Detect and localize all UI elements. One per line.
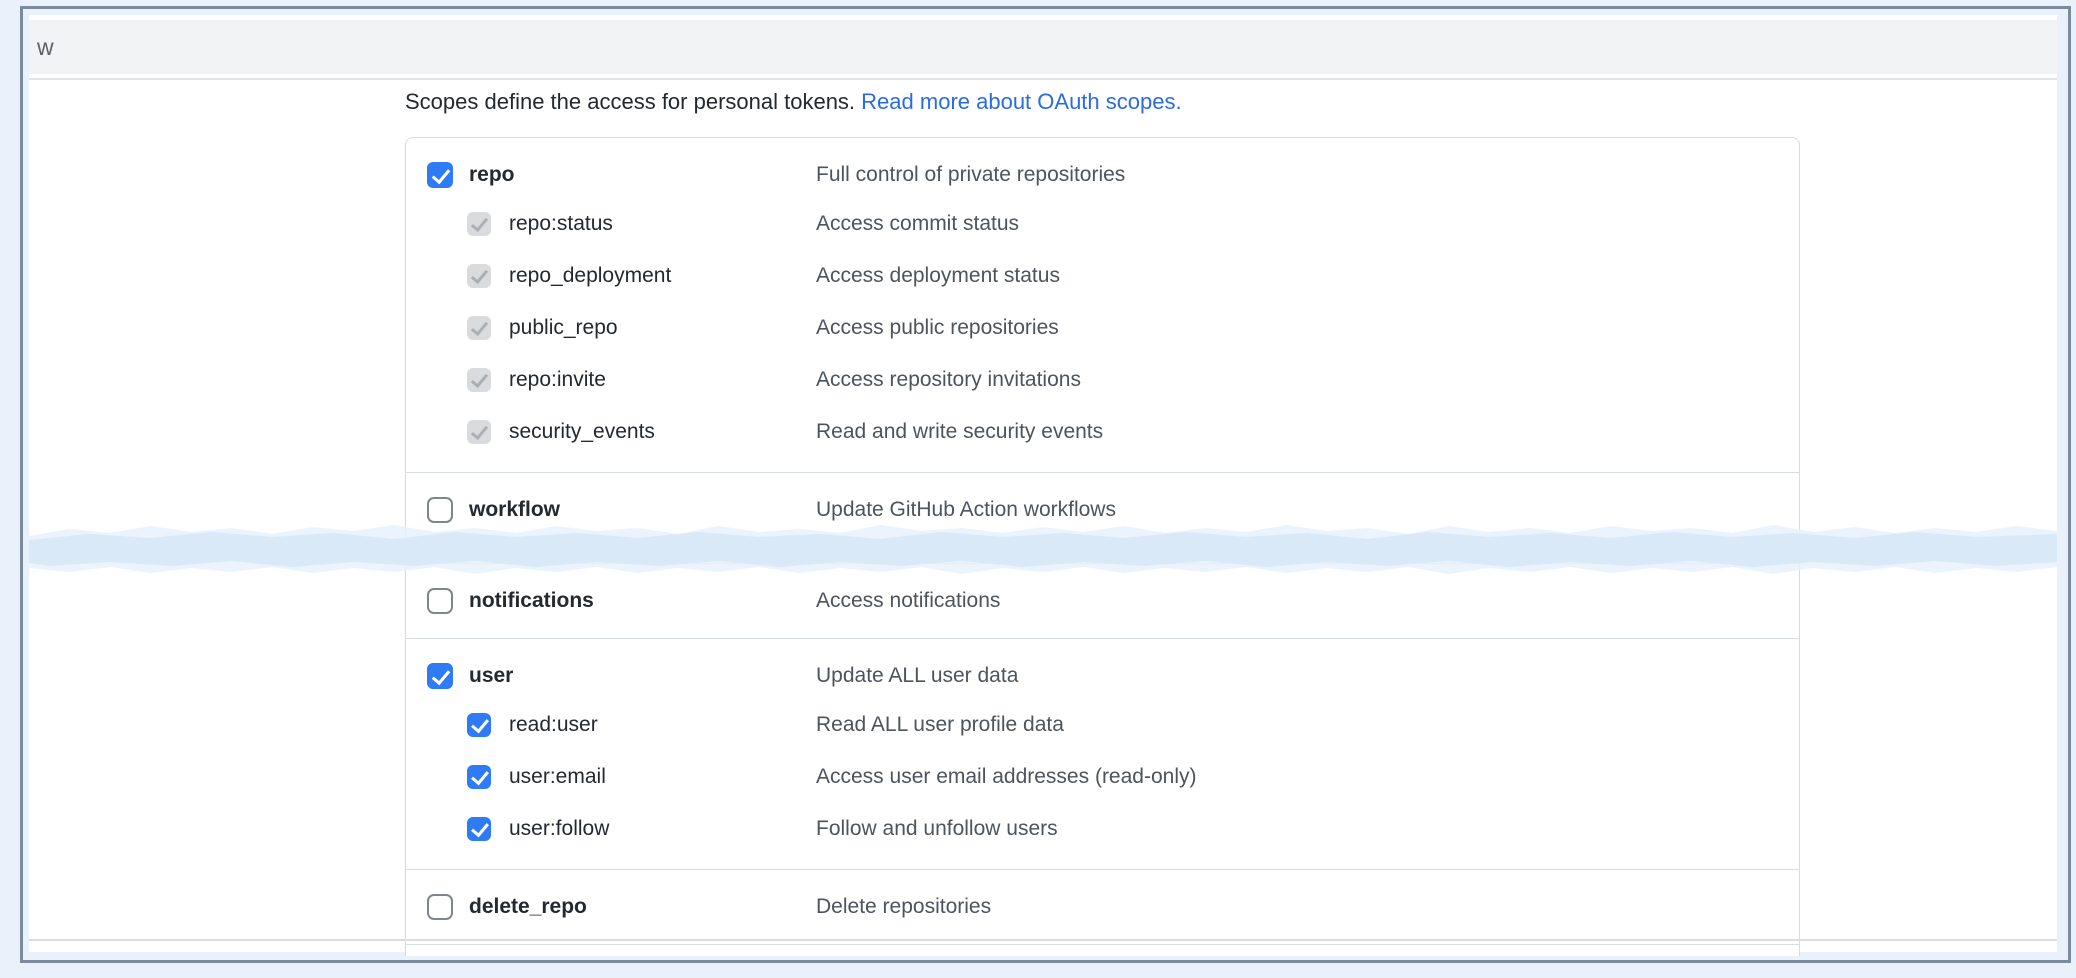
scope-label: notifications <box>469 589 594 613</box>
scope-label: user:email <box>509 765 606 789</box>
tab-bar[interactable]: w <box>29 20 2057 74</box>
scope-description: Access user email addresses (read-only) <box>816 765 1196 789</box>
scope-description: Follow and unfollow users <box>816 817 1058 841</box>
scope-row-repo: repo Full control of private repositorie… <box>406 152 1799 198</box>
scope-label: user <box>469 664 513 688</box>
checkbox-repo-deployment <box>467 264 491 288</box>
scope-label: workflow <box>469 498 560 522</box>
scope-row-user-follow: user:follow Follow and unfollow users <box>406 803 1799 855</box>
scope-row-repo-invite: repo:invite Access repository invitation… <box>406 354 1799 406</box>
scope-row-security-events: security_events Read and write security … <box>406 406 1799 458</box>
scope-description: Read and write security events <box>816 420 1103 444</box>
checkbox-delete-repo[interactable] <box>427 894 453 920</box>
scope-description: Access deployment status <box>816 264 1060 288</box>
scope-row-notifications: notifications Access notifications <box>406 578 1799 624</box>
checkbox-security-events <box>467 420 491 444</box>
scope-description: Access public repositories <box>816 316 1059 340</box>
scope-group-user: user Update ALL user data read:user Read… <box>406 638 1799 869</box>
tab-label: w <box>37 34 54 61</box>
checkbox-workflow[interactable] <box>427 497 453 523</box>
scope-label: delete_repo <box>469 895 587 919</box>
scope-group-workflow: workflow Update GitHub Action workflows <box>406 472 1799 563</box>
scope-row-public-repo: public_repo Access public repositories <box>406 302 1799 354</box>
scope-label: repo_deployment <box>509 264 671 288</box>
scope-row-user: user Update ALL user data <box>406 653 1799 699</box>
toolbar-divider <box>29 78 2057 80</box>
scope-description: Read ALL user profile data <box>816 713 1064 737</box>
scope-description: Access notifications <box>816 589 1000 613</box>
checkbox-repo[interactable] <box>427 162 453 188</box>
scope-label: user:follow <box>509 817 609 841</box>
scope-label: read:user <box>509 713 598 737</box>
scope-label: public_repo <box>509 316 618 340</box>
checkbox-repo-invite <box>467 368 491 392</box>
panel-bottom-divider <box>29 939 2057 941</box>
scope-label: repo:status <box>509 212 613 236</box>
scope-description: Update GitHub Action workflows <box>816 498 1116 522</box>
oauth-scopes-link[interactable]: Read more about OAuth scopes. <box>861 89 1181 114</box>
scope-description: Access commit status <box>816 212 1019 236</box>
scope-row-user-email: user:email Access user email addresses (… <box>406 751 1799 803</box>
scope-group-cutoff <box>406 944 1799 956</box>
scope-description: Full control of private repositories <box>816 163 1125 187</box>
checkbox-public-repo <box>467 316 491 340</box>
scope-label: repo <box>469 163 515 187</box>
browser-window: w Scopes define the access for personal … <box>20 6 2071 963</box>
scopes-intro-text: Scopes define the access for personal to… <box>405 89 855 114</box>
checkbox-notifications[interactable] <box>427 588 453 614</box>
scope-description: Delete repositories <box>816 895 991 919</box>
checkbox-user-follow[interactable] <box>467 817 491 841</box>
checkbox-user[interactable] <box>427 663 453 689</box>
checkbox-read-user[interactable] <box>467 713 491 737</box>
page-panel: w Scopes define the access for personal … <box>29 15 2057 952</box>
scope-row-delete-repo: delete_repo Delete repositories <box>406 884 1799 930</box>
scopes-intro: Scopes define the access for personal to… <box>405 88 2057 116</box>
scope-group-notifications: notifications Access notifications <box>406 563 1799 638</box>
checkbox-repo-status <box>467 212 491 236</box>
scope-description: Update ALL user data <box>816 664 1018 688</box>
scope-row-repo-status: repo:status Access commit status <box>406 198 1799 250</box>
scope-group-repo: repo Full control of private repositorie… <box>406 138 1799 472</box>
scope-row-read-user: read:user Read ALL user profile data <box>406 699 1799 751</box>
checkbox-user-email[interactable] <box>467 765 491 789</box>
scope-label: repo:invite <box>509 368 606 392</box>
scope-list: repo Full control of private repositorie… <box>405 137 1800 956</box>
scope-row-workflow: workflow Update GitHub Action workflows <box>406 487 1799 533</box>
scope-row-repo-deployment: repo_deployment Access deployment status <box>406 250 1799 302</box>
scopes-section: Scopes define the access for personal to… <box>29 88 2057 956</box>
scope-description: Access repository invitations <box>816 368 1081 392</box>
scope-label: security_events <box>509 420 655 444</box>
scope-group-delete-repo: delete_repo Delete repositories <box>406 869 1799 944</box>
